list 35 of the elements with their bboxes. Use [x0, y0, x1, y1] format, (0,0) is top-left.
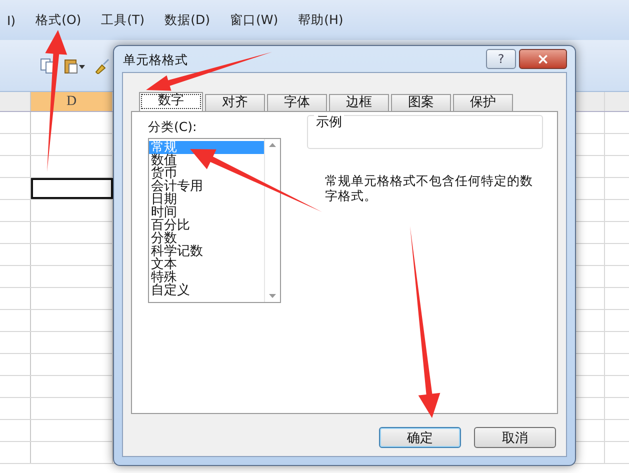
tab[interactable]: 图案 [391, 94, 451, 111]
sample-label: 示例 [314, 113, 344, 131]
tab[interactable]: 字体 [267, 94, 327, 111]
list-item[interactable]: 分数 [149, 232, 264, 245]
dialog-title: 单元格格式 [123, 50, 189, 68]
category-label: 分类(C): [148, 119, 198, 136]
list-item[interactable]: 日期 [149, 193, 264, 206]
clipboard-icon[interactable] [64, 58, 86, 74]
list-item[interactable]: 科学记数 [149, 245, 264, 258]
help-button[interactable]: ? [486, 49, 516, 69]
cancel-button[interactable]: 取消 [474, 427, 556, 448]
menu-item[interactable]: 帮助(H) [291, 10, 350, 30]
list-item[interactable]: 时间 [149, 206, 264, 219]
selected-cell[interactable] [31, 178, 113, 199]
scroll-down-icon[interactable] [269, 294, 276, 298]
menu-item[interactable]: 格式(O) [28, 10, 88, 30]
list-item[interactable]: 货币 [149, 167, 264, 180]
description-text: 常规单元格格式不包含任何特定的数字格式。 [325, 173, 534, 203]
ok-button[interactable]: 确定 [379, 427, 461, 448]
tab[interactable]: 边框 [329, 94, 389, 111]
tab[interactable]: 对齐 [205, 94, 265, 111]
menu-item[interactable]: 数据(D) [158, 10, 217, 30]
list-item[interactable]: 数值 [149, 154, 264, 167]
menu-item[interactable]: I) [0, 10, 23, 30]
brush-icon[interactable] [94, 58, 110, 74]
list-item[interactable]: 自定义 [149, 284, 264, 297]
list-item[interactable]: 文本 [149, 258, 264, 271]
tab[interactable]: 保护 [453, 94, 513, 111]
column-header[interactable]: D [31, 92, 113, 111]
menu-item[interactable]: 窗口(W) [222, 10, 286, 30]
list-item[interactable]: 特殊 [149, 271, 264, 284]
list-item[interactable]: 百分比 [149, 219, 264, 232]
menu-item[interactable]: 工具(T) [94, 10, 152, 30]
list-item[interactable]: 会计专用 [149, 180, 264, 193]
scroll-up-icon[interactable] [269, 143, 276, 147]
